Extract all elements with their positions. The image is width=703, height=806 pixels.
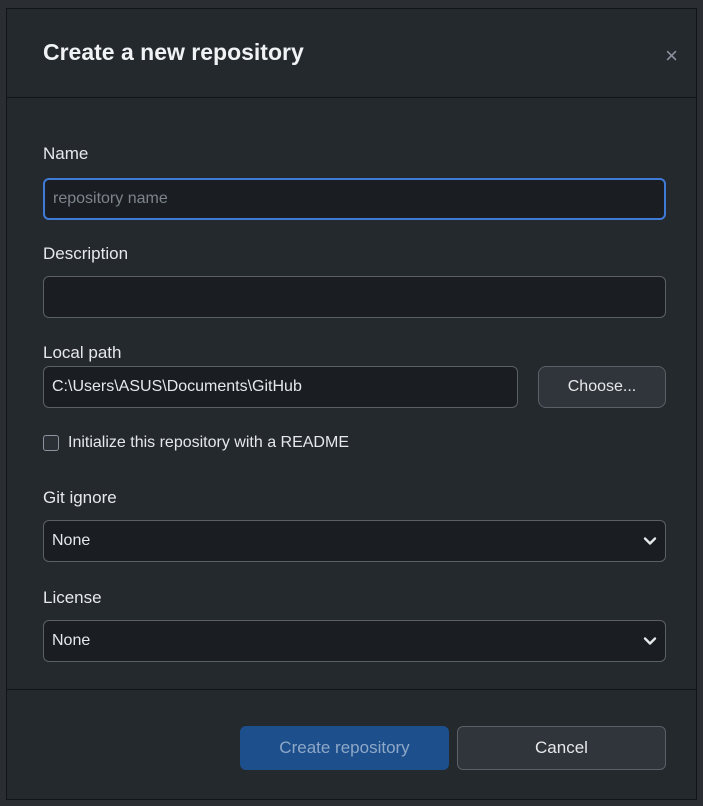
dialog-header: Create a new repository × bbox=[7, 9, 696, 98]
create-repository-button[interactable]: Create repository bbox=[240, 726, 449, 770]
gitignore-selected-value: None bbox=[52, 532, 91, 549]
local-path-input[interactable] bbox=[43, 366, 518, 408]
license-select[interactable]: None bbox=[43, 620, 666, 662]
gitignore-label: Git ignore bbox=[43, 488, 117, 507]
license-selected-value: None bbox=[52, 632, 91, 649]
cancel-button[interactable]: Cancel bbox=[457, 726, 666, 770]
readme-option[interactable]: Initialize this repository with a README bbox=[43, 431, 349, 455]
chevron-down-icon bbox=[643, 637, 657, 645]
readme-checkbox-label[interactable]: Initialize this repository with a README bbox=[68, 434, 349, 452]
name-label: Name bbox=[43, 144, 89, 163]
gitignore-select[interactable]: None bbox=[43, 520, 666, 562]
dialog-body: Name Description Local path Choose... In… bbox=[7, 98, 696, 688]
local-path-label: Local path bbox=[43, 343, 122, 362]
dialog-footer: Create repository Cancel bbox=[7, 689, 696, 799]
name-input[interactable] bbox=[43, 178, 666, 220]
choose-button[interactable]: Choose... bbox=[538, 366, 666, 408]
close-icon[interactable]: × bbox=[665, 45, 678, 67]
dialog-title: Create a new repository bbox=[43, 39, 304, 65]
checkbox-unchecked-icon[interactable] bbox=[43, 435, 59, 451]
description-label: Description bbox=[43, 244, 129, 263]
create-repository-dialog: Create a new repository × Name Descripti… bbox=[6, 8, 697, 800]
description-input[interactable] bbox=[43, 276, 666, 318]
chevron-down-icon bbox=[643, 537, 657, 545]
license-label: License bbox=[43, 588, 102, 607]
